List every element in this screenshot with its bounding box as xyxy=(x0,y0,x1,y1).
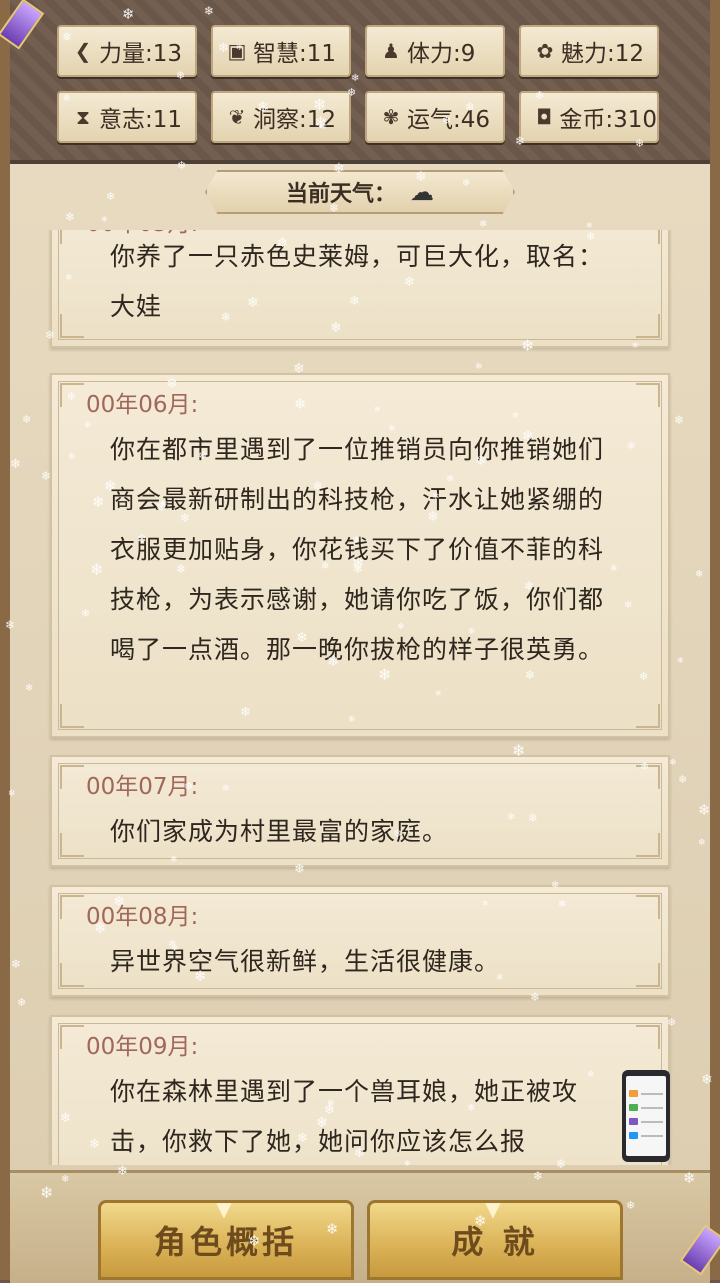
achievements-button[interactable]: ▼ 成 就 xyxy=(367,1197,623,1280)
stat-insight[interactable]: ❦ 洞察:12 xyxy=(211,91,351,143)
stamina-icon: ♟ xyxy=(382,39,400,63)
log-entry: 00年05月: 你养了一只赤色史莱姆，可巨大化，取名：大娃 xyxy=(50,230,670,348)
will-icon: ⧗ xyxy=(75,105,91,129)
wisdom-icon: ▣ xyxy=(227,39,247,63)
stat-wisdom-label: 智慧:11 xyxy=(253,41,337,67)
chevron-down-icon: ▼ xyxy=(216,1197,236,1221)
stat-stamina[interactable]: ♟ 体力:9 xyxy=(365,25,505,77)
log-entry-date: 00年06月: xyxy=(86,392,199,418)
stat-wisdom[interactable]: ▣ 智慧:11 xyxy=(211,25,351,77)
weather-bar: 当前天气： ☁ xyxy=(205,170,515,214)
character-summary-label: 角色概括 xyxy=(153,1223,298,1261)
log-entry: 00年09月: 你在森林里遇到了一个兽耳娘，她正被攻击，你救下了她，她问你应该怎… xyxy=(50,1015,670,1165)
log-entry: 00年06月: 你在都市里遇到了一位推销员向你推销她们商会最新研制出的科技枪，汗… xyxy=(50,373,670,738)
stat-luck[interactable]: ✾ 运气:46 xyxy=(365,91,505,143)
log-entry-text: 你们家成为村里最富的家庭。 xyxy=(110,817,449,846)
log-entry: 00年07月: 你们家成为村里最富的家庭。 xyxy=(50,755,670,867)
phone-icon xyxy=(626,1076,666,1156)
stat-insight-label: 洞察:12 xyxy=(253,107,337,133)
snow-cloud-icon: ☁ xyxy=(410,178,434,206)
stat-strength-label: 力量:13 xyxy=(99,41,183,67)
stat-strength[interactable]: ❮ 力量:13 xyxy=(57,25,197,77)
stat-stamina-label: 体力:9 xyxy=(407,41,476,67)
log-entry: 00年08月: 异世界空气很新鲜，生活很健康。 xyxy=(50,885,670,997)
log-entry-date: 00年07月: xyxy=(86,774,199,800)
stat-charm[interactable]: ✿ 魅力:12 xyxy=(519,25,659,77)
stat-will[interactable]: ⧗ 意志:11 xyxy=(57,91,197,143)
log-entry-text: 你养了一只赤色史莱姆，可巨大化，取名：大娃 xyxy=(110,242,605,321)
log-entry-text: 异世界空气很新鲜，生活很健康。 xyxy=(110,947,501,976)
insight-icon: ❦ xyxy=(228,105,246,129)
coin-icon: ◘ xyxy=(536,105,553,129)
luck-icon: ✾ xyxy=(382,105,400,129)
log-entry-date: 00年08月: xyxy=(86,904,199,930)
achievements-label: 成 就 xyxy=(451,1223,539,1261)
log-entry-text: 你在森林里遇到了一个兽耳娘，她正被攻击，你救下了她，她问你应该怎么报 xyxy=(110,1077,579,1156)
log-entry-date: 00年09月: xyxy=(86,1034,199,1060)
character-summary-button[interactable]: ▼ 角色概括 xyxy=(98,1197,354,1280)
event-log[interactable]: 00年05月: 你养了一只赤色史莱姆，可巨大化，取名：大娃 00年06月: 你在… xyxy=(28,230,688,1165)
log-entry-text: 你在都市里遇到了一位推销员向你推销她们商会最新研制出的科技枪，汗水让她紧绷的衣服… xyxy=(110,435,605,664)
stat-will-label: 意志:11 xyxy=(99,107,183,133)
chevron-down-icon: ▼ xyxy=(485,1197,505,1221)
charm-icon: ✿ xyxy=(536,39,554,63)
stat-luck-label: 运气:46 xyxy=(407,107,491,133)
floating-phone-button[interactable] xyxy=(622,1070,670,1162)
stat-coins-label: 金币:310 xyxy=(559,107,657,133)
stat-charm-label: 魅力:12 xyxy=(561,41,645,67)
stat-coins[interactable]: ◘ 金币:310 xyxy=(519,91,659,143)
weather-label: 当前天气： xyxy=(285,182,396,207)
strength-icon: ❮ xyxy=(74,39,92,63)
